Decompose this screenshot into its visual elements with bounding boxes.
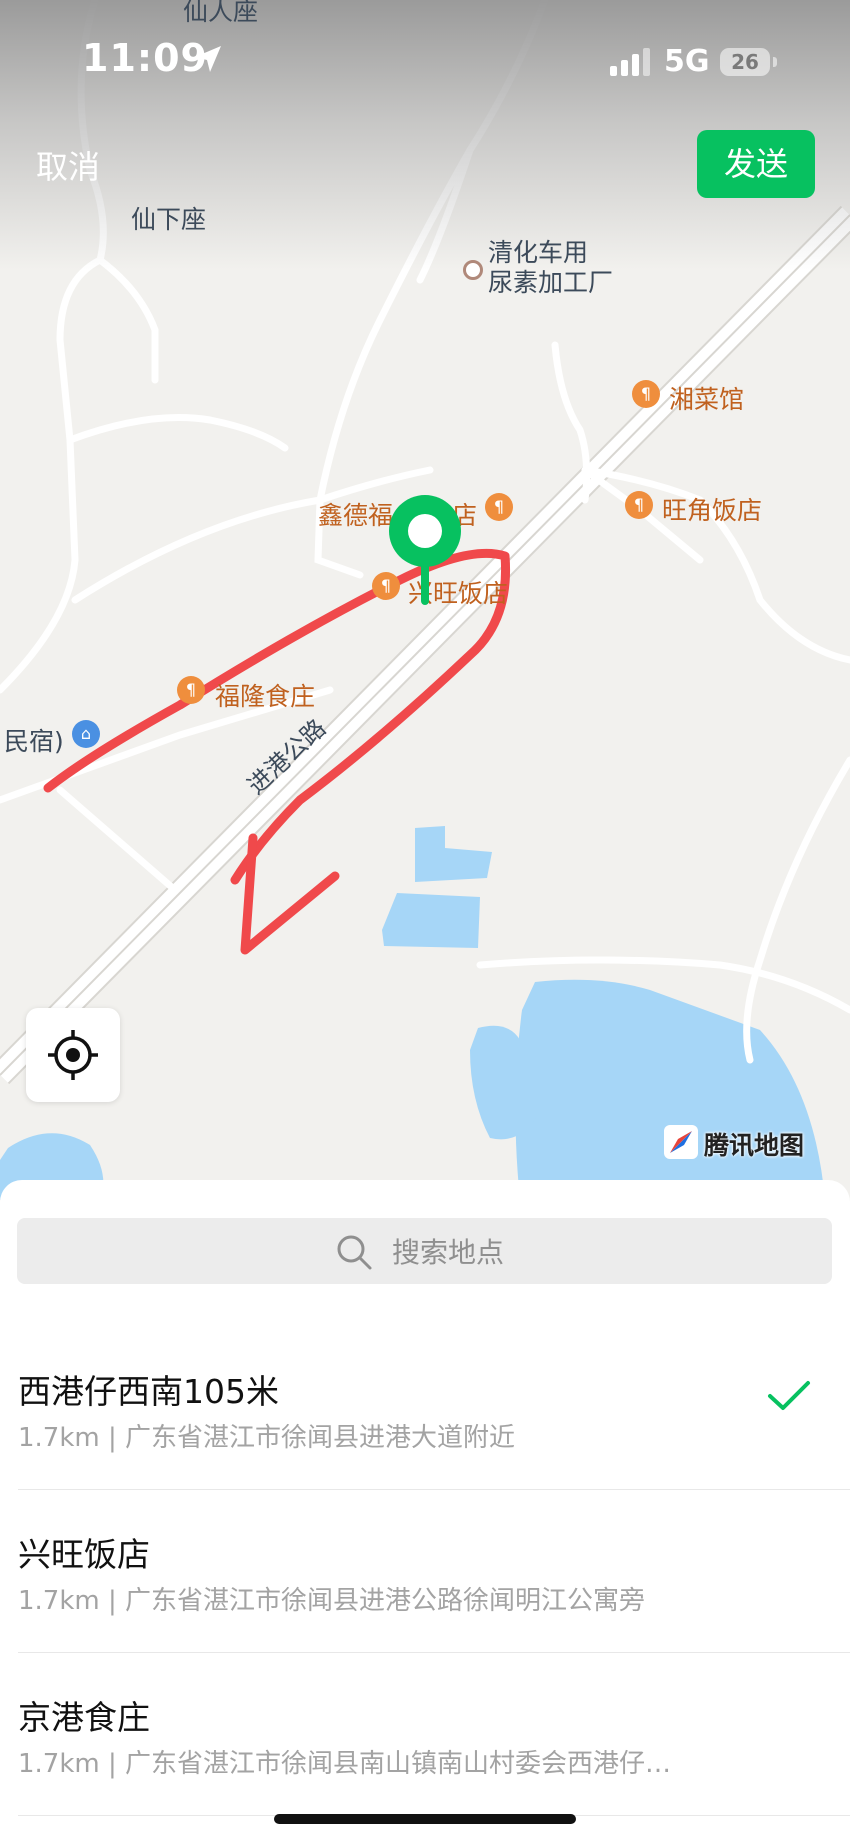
place-address: 1.7km | 广东省湛江市徐闻县南山镇南山村委会西港仔… bbox=[18, 1749, 672, 1779]
restaurant-icon[interactable]: ¶ bbox=[177, 676, 205, 704]
battery-icon: 26 bbox=[720, 48, 770, 76]
poi-label-xiangcaiguan[interactable]: 湘菜馆 bbox=[669, 380, 744, 416]
list-item[interactable]: 西港仔西南105米 1.7km | 广东省湛江市徐闻县进港大道附近 bbox=[18, 1365, 832, 1475]
place-address: 1.7km | 广东省湛江市徐闻县进港公路徐闻明江公寓旁 bbox=[18, 1586, 646, 1616]
place-name: 兴旺饭店 bbox=[18, 1535, 150, 1574]
home-indicator[interactable] bbox=[274, 1814, 576, 1824]
place-name: 西港仔西南105米 bbox=[18, 1372, 279, 1411]
search-icon bbox=[337, 1235, 372, 1270]
map-marker-factory bbox=[463, 260, 483, 280]
cancel-button[interactable]: 取消 bbox=[36, 142, 100, 188]
compass-logo-icon bbox=[664, 1125, 698, 1159]
restaurant-icon[interactable]: ¶ bbox=[625, 491, 653, 519]
restaurant-icon[interactable]: ¶ bbox=[485, 493, 513, 521]
location-arrow-icon bbox=[195, 46, 221, 72]
battery-tip bbox=[773, 57, 777, 67]
place-address: 1.7km | 广东省湛江市徐闻县进港大道附近 bbox=[18, 1423, 516, 1453]
divider bbox=[18, 1489, 850, 1490]
search-placeholder: 搜索地点 bbox=[392, 1236, 505, 1269]
network-type: 5G bbox=[664, 44, 710, 79]
hotel-icon[interactable]: ⌂ bbox=[72, 720, 100, 748]
checkmark-icon bbox=[768, 1381, 810, 1410]
list-item[interactable]: 京港食庄 1.7km | 广东省湛江市徐闻县南山镇南山村委会西港仔… bbox=[18, 1691, 832, 1801]
list-item[interactable]: 兴旺饭店 1.7km | 广东省湛江市徐闻县进港公路徐闻明江公寓旁 bbox=[18, 1528, 832, 1638]
place-name: 京港食庄 bbox=[18, 1698, 150, 1737]
poi-label-fulong[interactable]: 福隆食庄 bbox=[215, 677, 315, 713]
locate-me-button[interactable] bbox=[26, 1008, 120, 1102]
signal-bars-icon bbox=[610, 48, 650, 76]
poi-label-minsu[interactable]: 民宿) bbox=[4, 722, 64, 758]
poi-label-xinde[interactable]: 鑫德福 bbox=[318, 496, 393, 532]
crosshair-icon bbox=[48, 1030, 98, 1080]
location-sheet: 搜索地点 西港仔西南105米 1.7km | 广东省湛江市徐闻县进港大道附近 兴… bbox=[0, 1180, 850, 1843]
poi-label-wangjiao[interactable]: 旺角饭店 bbox=[662, 491, 762, 527]
send-button[interactable]: 发送 bbox=[697, 130, 815, 198]
map-label-factory: 清化车用 尿素加工厂 bbox=[488, 238, 614, 297]
map-label-xianxiazuo: 仙下座 bbox=[131, 205, 207, 234]
status-time: 11:09 bbox=[82, 36, 208, 80]
restaurant-icon[interactable]: ¶ bbox=[632, 380, 660, 408]
map-provider-name: 腾讯地图 bbox=[704, 1131, 805, 1160]
divider bbox=[18, 1652, 850, 1653]
status-bar: 11:09 5G 26 bbox=[0, 0, 850, 120]
search-input[interactable]: 搜索地点 bbox=[17, 1218, 832, 1284]
location-pin-icon bbox=[389, 495, 461, 605]
